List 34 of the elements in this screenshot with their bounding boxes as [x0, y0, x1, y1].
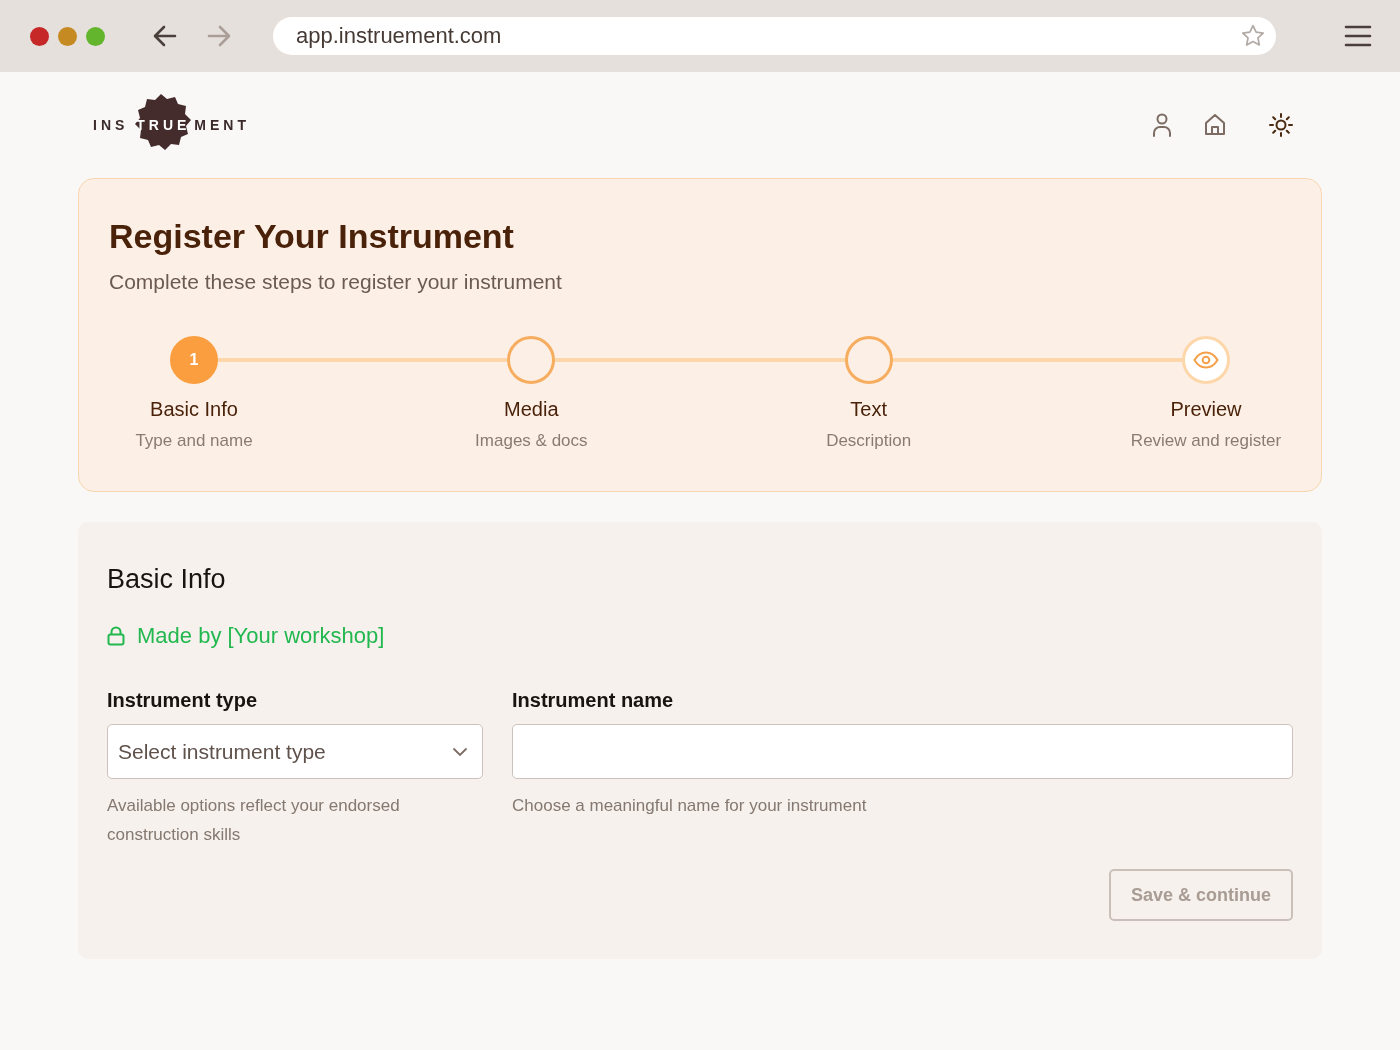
- page-subtitle: Complete these steps to register your instrument: [109, 270, 563, 294]
- step-label: Media: [504, 398, 559, 421]
- field-hint: Available options reflect your endorsed construction skills: [107, 795, 401, 846]
- step-caption: Images & docs: [475, 431, 588, 451]
- step-label: Basic Info: [150, 398, 238, 421]
- maker-text: Made by [Your workshop]: [137, 623, 385, 649]
- user-icon[interactable]: [1151, 113, 1173, 137]
- section-title: Basic Info: [107, 564, 227, 595]
- star-icon[interactable]: [1240, 23, 1266, 49]
- maximize-window-icon[interactable]: [86, 26, 105, 46]
- step-indicator[interactable]: [1182, 336, 1230, 384]
- step-label: Preview: [1170, 398, 1242, 421]
- chevron-down-icon: [452, 746, 468, 757]
- menu-icon[interactable]: [1344, 24, 1372, 48]
- address-bar[interactable]: app.instruement.com: [273, 17, 1276, 55]
- select-dropdown[interactable]: Select instrument type: [107, 724, 483, 779]
- page-title: Register Your Instrument: [109, 217, 515, 256]
- step-caption: Description: [826, 431, 912, 451]
- close-window-icon[interactable]: [30, 26, 49, 46]
- step-label: Text: [850, 398, 887, 421]
- field-hint: Choose a meaningful name for your instrument: [512, 795, 868, 817]
- home-icon[interactable]: [1203, 113, 1227, 137]
- step-indicator[interactable]: [844, 336, 893, 384]
- minimize-window-icon[interactable]: [58, 26, 77, 46]
- step-caption: Review and register: [1130, 431, 1282, 451]
- sun-icon[interactable]: [1269, 113, 1293, 137]
- step-caption: Type and name: [135, 431, 253, 451]
- field-label: Instrument name: [512, 689, 675, 712]
- field-label: Instrument type: [107, 689, 259, 712]
- input-field[interactable]: [512, 724, 1293, 779]
- step-indicator[interactable]: [507, 336, 556, 384]
- logo[interactable]: INS TRUE MENT: [93, 93, 250, 157]
- eye-icon: [1193, 351, 1219, 369]
- lock-icon: [107, 626, 125, 646]
